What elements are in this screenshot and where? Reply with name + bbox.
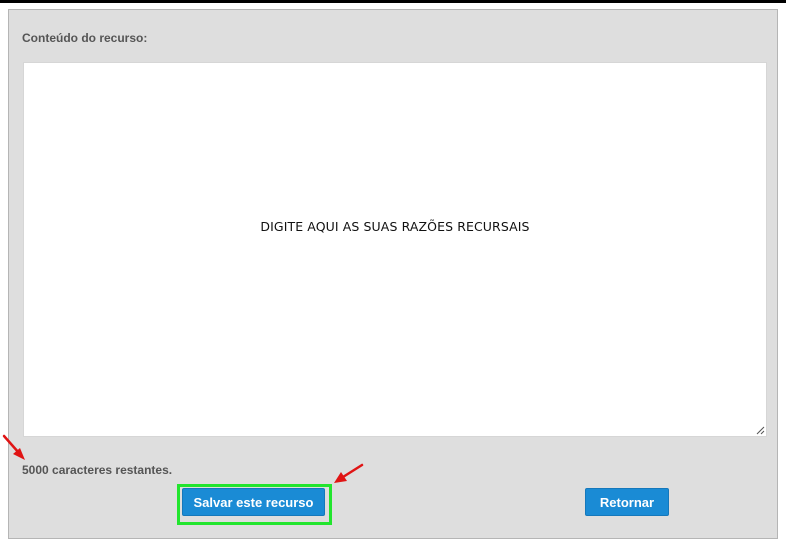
save-appeal-button[interactable]: Salvar este recurso — [182, 488, 325, 516]
counter-arrow-icon — [2, 434, 25, 460]
return-button[interactable]: Retornar — [585, 488, 669, 516]
remaining-characters-counter: 5000 caracteres restantes. — [22, 463, 173, 477]
content-label: Conteúdo do recurso: — [22, 31, 148, 45]
top-border — [0, 0, 786, 3]
save-button-arrow-icon — [334, 463, 364, 483]
textarea-content: DIGITE AQUI AS SUAS RAZÕES RECURSAIS — [260, 219, 530, 234]
appeal-content-textarea[interactable]: DIGITE AQUI AS SUAS RAZÕES RECURSAIS — [23, 62, 767, 437]
resize-handle-icon[interactable] — [756, 426, 765, 435]
appeal-form-panel: Conteúdo do recurso: DIGITE AQUI AS SUAS… — [8, 9, 778, 539]
